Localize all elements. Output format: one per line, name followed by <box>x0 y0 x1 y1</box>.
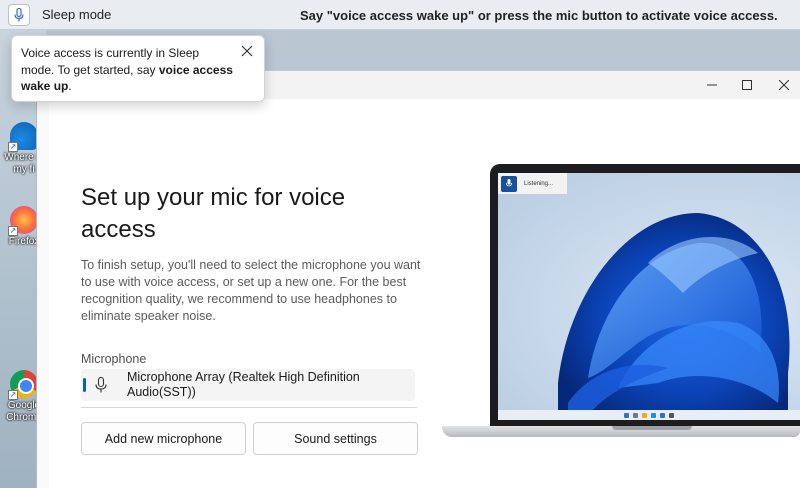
selection-indicator <box>83 378 86 392</box>
close-icon[interactable] <box>240 44 254 58</box>
mini-voice-access-bar: Listening... <box>498 173 568 195</box>
store-icon <box>660 412 665 418</box>
settings-icon <box>669 412 674 418</box>
edge-icon <box>651 412 656 418</box>
laptop-notch <box>612 426 692 430</box>
voice-access-hint: Say "voice access wake up" or press the … <box>300 8 778 23</box>
divider <box>81 407 417 408</box>
shortcut-arrow-icon: ↗ <box>8 226 18 236</box>
sound-settings-button[interactable]: Sound settings <box>253 422 418 455</box>
search-icon <box>633 412 638 418</box>
setup-description: To finish setup, you'll need to select t… <box>81 258 421 323</box>
microphone-select[interactable]: Microphone Array (Realtek High Definitio… <box>81 369 415 401</box>
onedrive-icon: ↗ <box>8 122 38 152</box>
desktop-icon-label: Firefox <box>8 236 40 247</box>
tooltip-text-end: . <box>68 79 72 93</box>
minimize-button[interactable] <box>695 71 729 99</box>
close-icon <box>779 80 789 90</box>
page-title: Set up your mic for voice access <box>81 184 346 243</box>
firefox-icon: ↗ <box>8 206 38 236</box>
microphone-icon <box>95 377 107 393</box>
microphone-value: Microphone Array (Realtek High Definitio… <box>127 370 360 399</box>
microphone-label: Microphone <box>81 352 147 366</box>
mini-taskbar <box>498 410 800 420</box>
folder-icon <box>642 412 647 418</box>
listening-text: Listening... <box>524 180 554 187</box>
close-button[interactable] <box>767 71 800 99</box>
maximize-icon <box>742 80 752 90</box>
laptop-screen: Listening... <box>498 173 800 420</box>
voice-access-bar: Sleep mode Say "voice access wake up" or… <box>0 0 800 30</box>
laptop-illustration: Listening... <box>442 164 800 439</box>
maximize-button[interactable] <box>730 71 764 99</box>
microphone-icon <box>501 175 517 192</box>
voice-access-mic-button[interactable] <box>8 3 30 26</box>
shortcut-arrow-icon: ↗ <box>8 142 18 152</box>
sleep-mode-tooltip: Voice access is currently in Sleep mode.… <box>11 35 265 102</box>
chrome-icon: ↗ <box>8 370 38 400</box>
windows-bloom-wallpaper <box>558 213 790 410</box>
add-new-microphone-button[interactable]: Add new microphone <box>81 422 246 455</box>
start-icon <box>624 412 629 418</box>
shortcut-arrow-icon: ↗ <box>8 390 18 400</box>
minimize-icon <box>707 84 717 86</box>
microphone-icon <box>14 7 24 21</box>
voice-access-status: Sleep mode <box>42 7 112 22</box>
